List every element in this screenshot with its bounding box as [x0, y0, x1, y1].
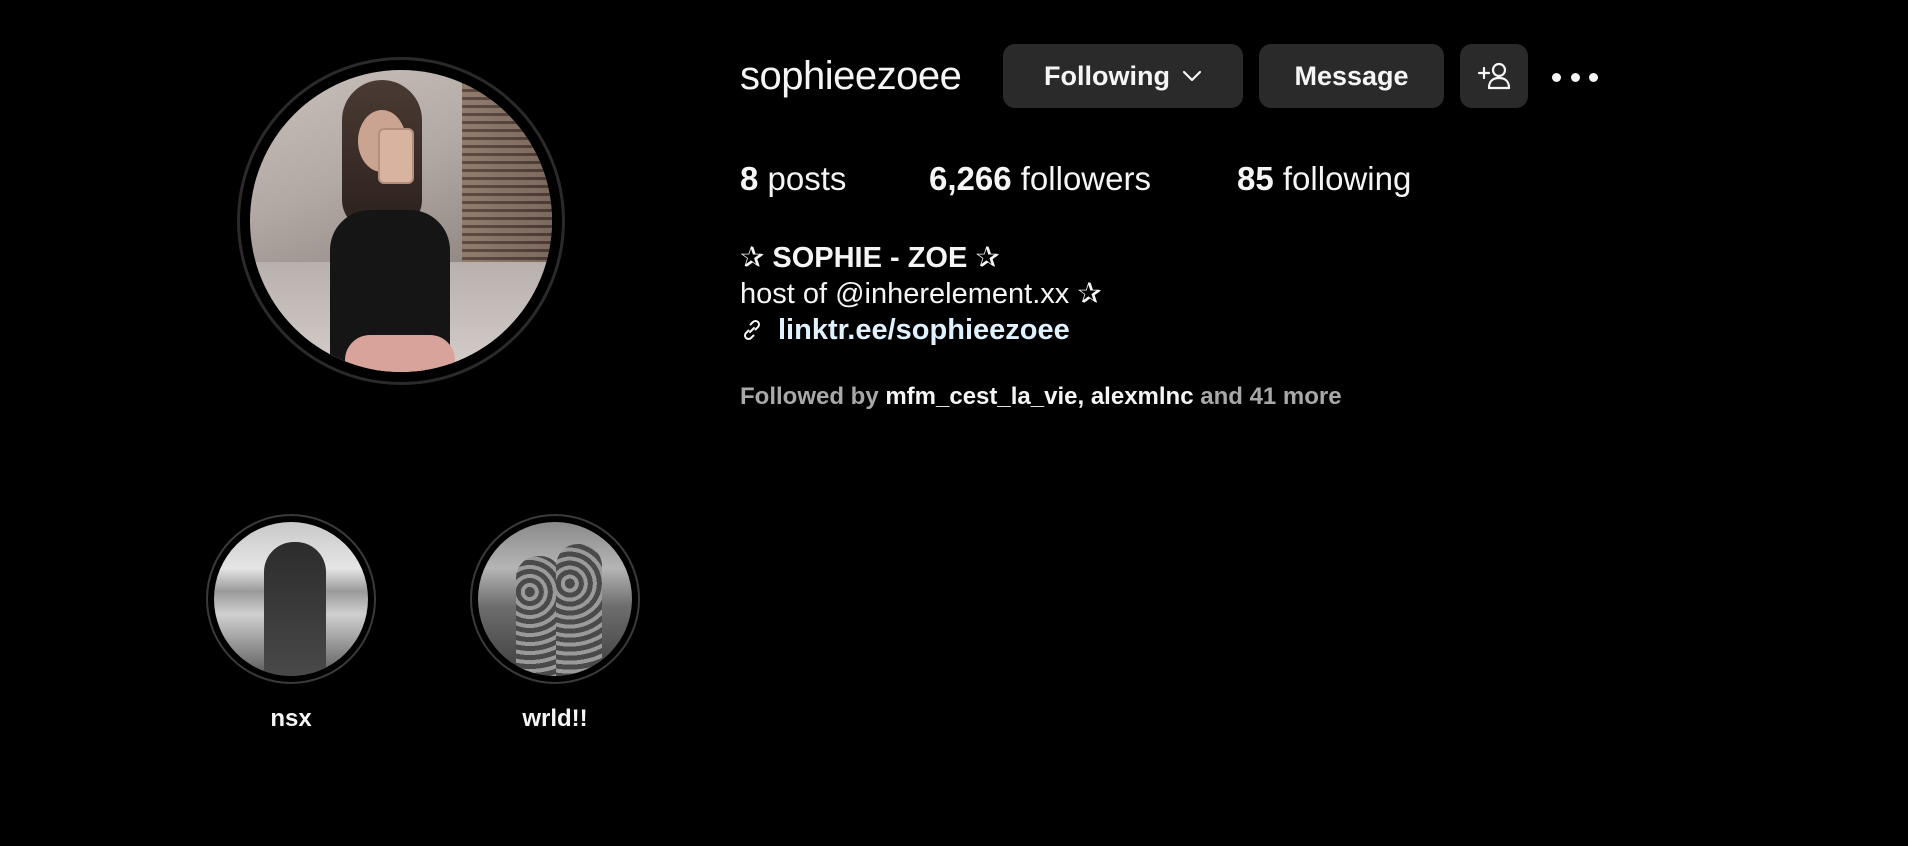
- followed-by-user[interactable]: mfm_cest_la_vie: [885, 383, 1077, 410]
- highlight-cover-image: [478, 522, 632, 676]
- followed-by-separator: ,: [1077, 383, 1085, 410]
- add-user-icon: [1477, 62, 1511, 90]
- posts-count: 8 posts: [740, 160, 846, 198]
- followed-by-user[interactable]: alexmlnc: [1091, 383, 1194, 410]
- story-highlight[interactable]: nsx: [206, 514, 376, 734]
- highlight-cover-ring: [470, 514, 640, 684]
- profile-photo: [250, 70, 552, 372]
- highlight-label: nsx: [270, 705, 312, 732]
- bio-link-text: linktr.ee/sophieezoee: [778, 314, 1070, 346]
- link-icon: [743, 319, 761, 341]
- following-count-label: following: [1282, 160, 1412, 197]
- more-options-icon: [1552, 72, 1561, 82]
- bio-external-link[interactable]: linktr.ee/sophieezoee: [740, 312, 1070, 348]
- story-highlight[interactable]: wrld!!: [470, 514, 640, 734]
- following-count-value: 85: [1237, 160, 1274, 197]
- posts-count-label: posts: [767, 160, 847, 197]
- following-link[interactable]: 85 following: [1237, 160, 1411, 198]
- posts-count-value: 8: [740, 160, 759, 197]
- profile-avatar[interactable]: [237, 57, 565, 385]
- following-button[interactable]: Following: [1003, 44, 1243, 108]
- highlight-label: wrld!!: [522, 705, 588, 732]
- highlight-cover-ring: [206, 514, 376, 684]
- username: sophieezoee: [740, 54, 962, 98]
- followers-count-label: followers: [1020, 160, 1151, 197]
- bio-name: ✰ SOPHIE - ZOE ✰: [740, 242, 1000, 274]
- chevron-down-icon: [1182, 70, 1202, 82]
- message-button-label: Message: [1294, 60, 1409, 91]
- more-options-button[interactable]: [1552, 62, 1598, 92]
- followers-link[interactable]: 6,266 followers: [929, 160, 1151, 198]
- message-button[interactable]: Message: [1259, 44, 1444, 108]
- highlight-cover-image: [214, 522, 368, 676]
- followed-by-prefix: Followed by: [740, 383, 879, 410]
- following-button-label: Following: [1044, 60, 1170, 91]
- followed-by[interactable]: Followed by mfm_cest_la_vie, alexmlnc an…: [740, 382, 1342, 412]
- followers-count-value: 6,266: [929, 160, 1012, 197]
- bio-text: host of @inherelement.xx ✰: [740, 278, 1102, 310]
- add-user-button[interactable]: [1460, 44, 1528, 108]
- followed-by-suffix: and 41 more: [1200, 383, 1342, 410]
